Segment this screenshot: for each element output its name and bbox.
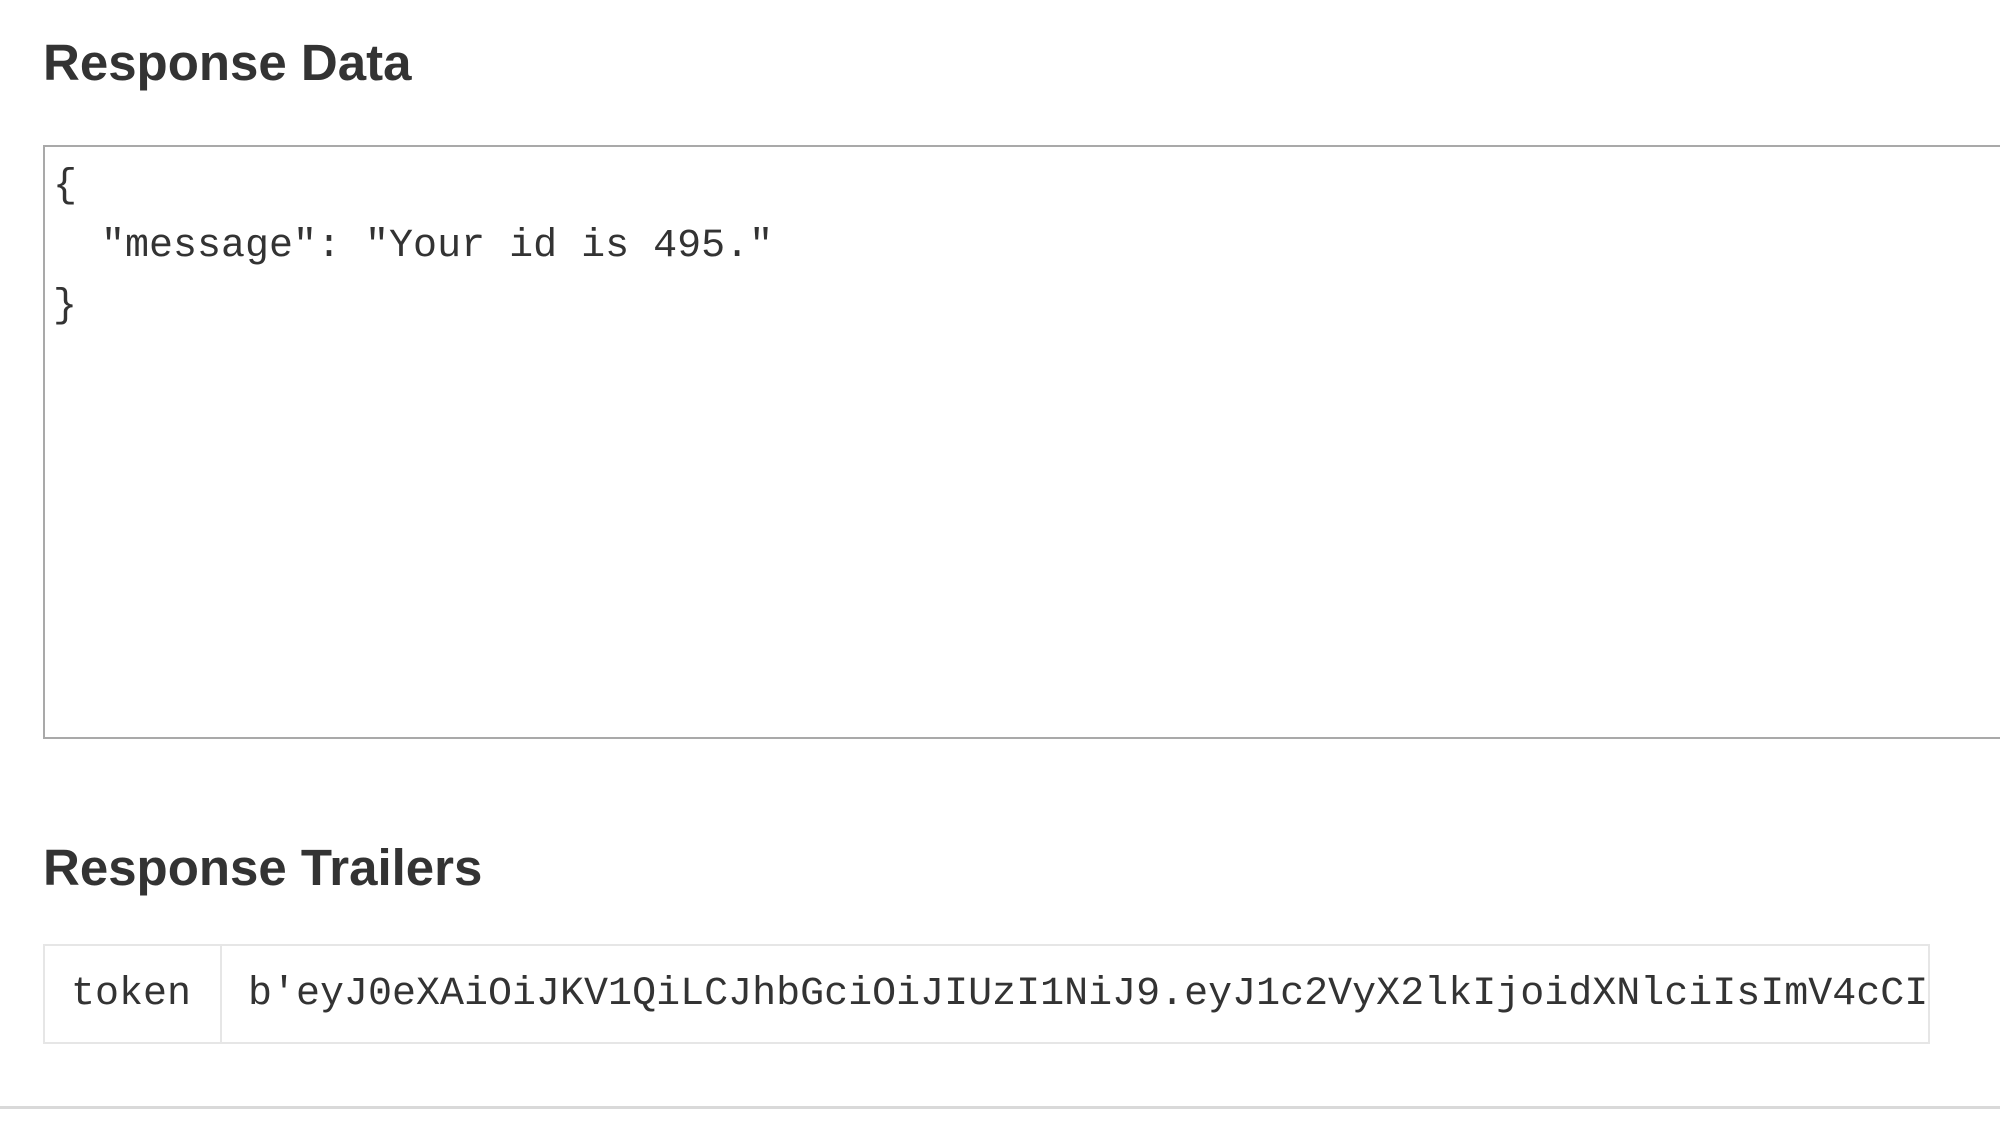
response-data-title: Response Data — [43, 34, 412, 91]
trailer-key: token — [43, 944, 222, 1044]
section-divider — [0, 1106, 2000, 1109]
response-trailers-table: token b'eyJ0eXAiOiJKV1QiLCJhbGciOiJIUzI1… — [43, 944, 1931, 1044]
response-data-body[interactable]: { "message": "Your id is 495." } — [43, 145, 2000, 739]
response-trailers-title: Response Trailers — [43, 839, 483, 896]
table-row: token b'eyJ0eXAiOiJKV1QiLCJhbGciOiJIUzI1… — [43, 944, 1931, 1044]
trailer-value: b'eyJ0eXAiOiJKV1QiLCJhbGciOiJIUzI1NiJ9.e… — [219, 944, 1931, 1044]
